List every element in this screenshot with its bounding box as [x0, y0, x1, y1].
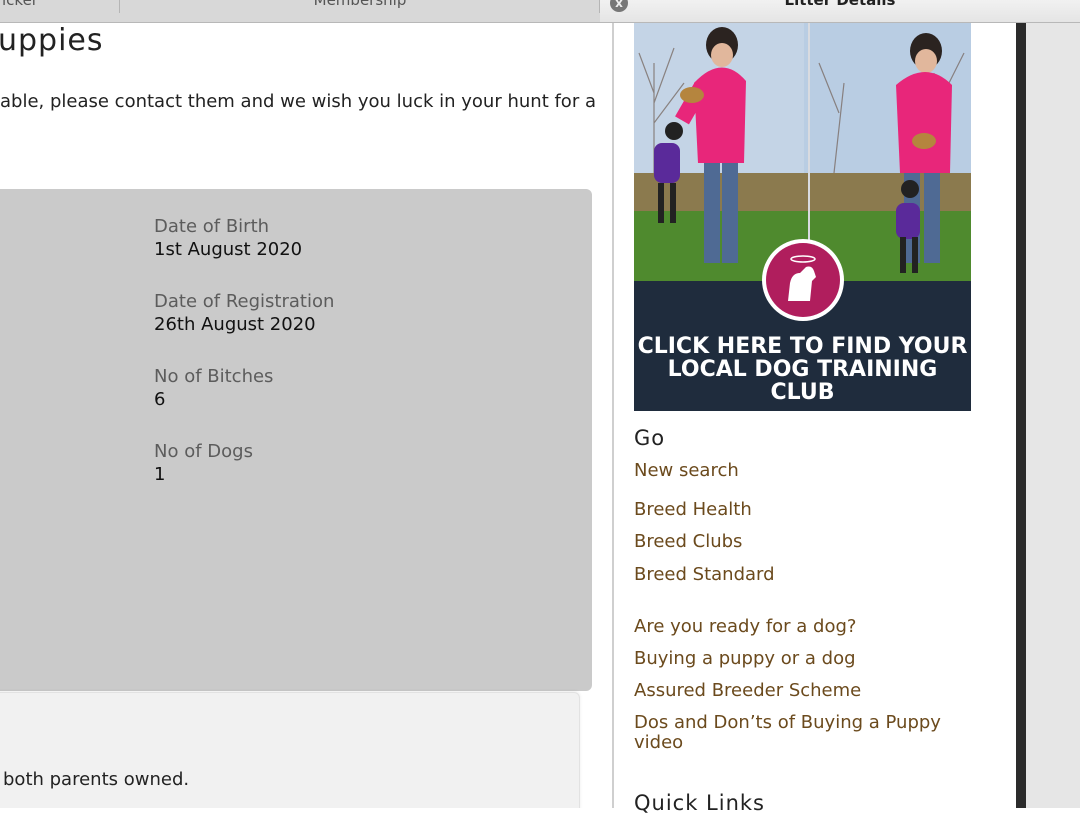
- link-dos-and-donts-video[interactable]: video: [634, 732, 683, 753]
- link-dos-and-donts[interactable]: Dos and Don’ts of Buying a Puppy: [634, 712, 941, 733]
- link-breed-standard[interactable]: Breed Standard: [634, 564, 775, 585]
- field-label: Date of Birth: [154, 216, 270, 237]
- link-buying-puppy[interactable]: Buying a puppy or a dog: [634, 648, 856, 669]
- window-edge: [1016, 23, 1026, 808]
- tab-previous[interactable]: icker: [0, 0, 120, 13]
- date-of-birth-field: Date of Birth 1st August 2020: [154, 216, 302, 260]
- link-ready-for-dog[interactable]: Are you ready for a dog?: [634, 616, 856, 637]
- field-value: 1st August 2020: [154, 239, 303, 260]
- tab-label: Litter Details: [784, 0, 896, 9]
- intro-text: able, please contact them and we wish yo…: [0, 91, 596, 112]
- background-strip: [1026, 23, 1080, 808]
- banner-text-line: CLICK HERE TO FIND YOUR: [637, 334, 968, 359]
- no-of-dogs-field: No of Dogs 1: [154, 441, 253, 485]
- tab-label: Membership: [313, 0, 407, 9]
- parents-note-card: both parents owned.: [0, 692, 580, 808]
- kennel-club-logo: [762, 239, 844, 321]
- close-icon[interactable]: x: [610, 0, 628, 12]
- banner-text: CLICK HERE TO FIND YOUR LOCAL DOG TRAINI…: [634, 335, 971, 404]
- field-value: 1: [154, 464, 166, 485]
- tab-membership[interactable]: Membership: [121, 0, 600, 13]
- tab-label: icker: [2, 0, 38, 9]
- link-assured-breeder[interactable]: Assured Breeder Scheme: [634, 680, 861, 701]
- field-label: No of Dogs: [154, 441, 253, 462]
- link-new-search[interactable]: New search: [634, 460, 739, 481]
- field-label: No of Bitches: [154, 366, 274, 387]
- dog-silhouette-icon: [788, 255, 816, 301]
- parents-note-text: both parents owned.: [3, 769, 190, 790]
- banner-text-line: LOCAL DOG TRAINING CLUB: [667, 357, 938, 405]
- tab-litter-details[interactable]: x Litter Details: [600, 0, 1080, 22]
- main-content: uppies able, please contact them and we …: [0, 23, 612, 808]
- logo-emblem: [766, 243, 840, 317]
- date-of-registration-field: Date of Registration 26th August 2020: [154, 291, 334, 335]
- field-label: Date of Registration: [154, 291, 335, 312]
- sidebar: CLICK HERE TO FIND YOUR LOCAL DOG TRAINI…: [614, 23, 1016, 815]
- training-club-banner[interactable]: CLICK HERE TO FIND YOUR LOCAL DOG TRAINI…: [634, 23, 971, 411]
- quick-links-heading: Quick Links: [634, 791, 766, 815]
- tab-bar: icker Membership x Litter Details: [0, 0, 1080, 23]
- no-of-bitches-field: No of Bitches 6: [154, 366, 273, 410]
- page-title: uppies: [0, 23, 104, 58]
- field-value: 26th August 2020: [154, 314, 316, 335]
- go-heading: Go: [634, 426, 666, 450]
- field-value: 6: [154, 389, 166, 410]
- litter-details-card: Date of Birth 1st August 2020 Date of Re…: [0, 189, 592, 691]
- link-breed-health[interactable]: Breed Health: [634, 499, 752, 520]
- link-breed-clubs[interactable]: Breed Clubs: [634, 531, 742, 552]
